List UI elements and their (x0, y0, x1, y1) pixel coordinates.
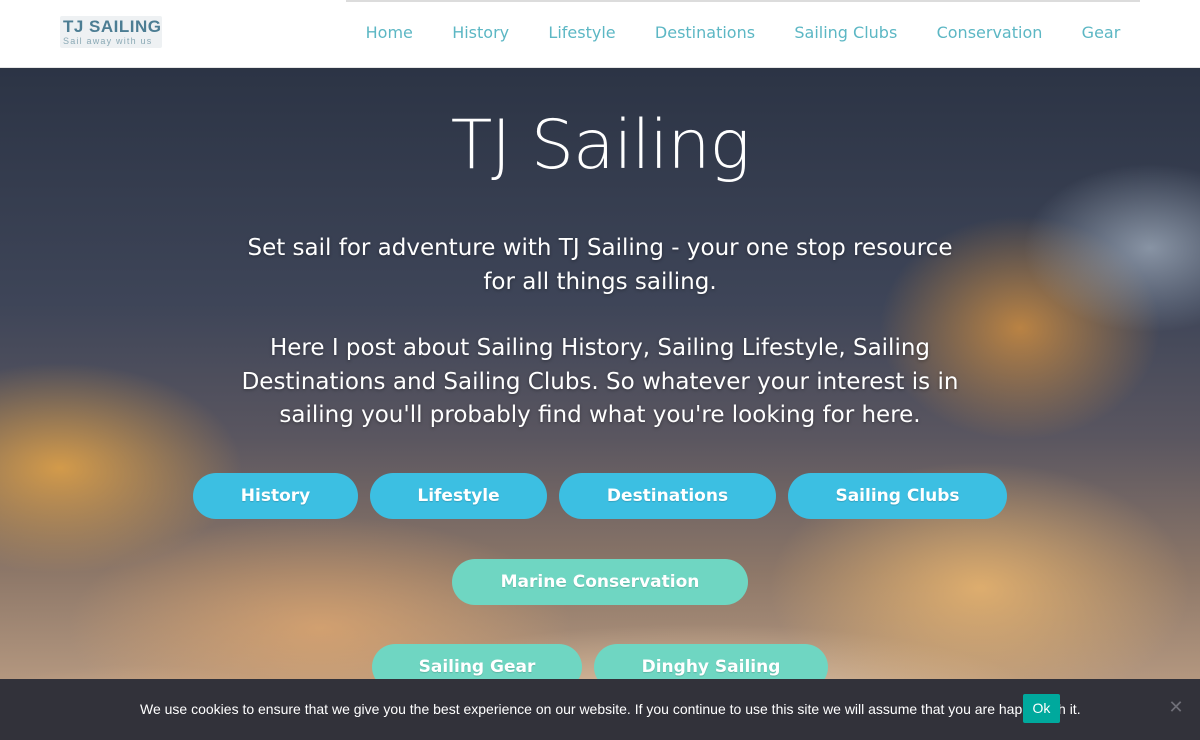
nav-gear[interactable]: Gear (1082, 22, 1121, 44)
site-logo[interactable]: TJ SAILING Sail away with us (60, 16, 162, 48)
cookie-banner: We use cookies to ensure that we give yo… (0, 679, 1200, 740)
logo-tagline: Sail away with us (63, 36, 153, 46)
history-button[interactable]: History (193, 473, 358, 519)
cookie-message: We use cookies to ensure that we give yo… (140, 701, 1081, 717)
destinations-button[interactable]: Destinations (559, 473, 776, 519)
lifestyle-button[interactable]: Lifestyle (370, 473, 547, 519)
cookie-ok-button[interactable]: Ok (1023, 694, 1060, 723)
hero-section: TJ Sailing Set sail for adventure with T… (0, 68, 1200, 740)
hero-title: TJ Sailing (450, 106, 751, 185)
logo-title: TJ SAILING (63, 17, 162, 36)
hero-intro: Set sail for adventure with TJ Sailing -… (247, 235, 953, 295)
nav-sailing-clubs[interactable]: Sailing Clubs (794, 22, 897, 44)
hero-description: Here I post about Sailing History, Saili… (241, 335, 959, 428)
nav-conservation[interactable]: Conservation (937, 22, 1043, 44)
nav-home[interactable]: Home (366, 22, 413, 44)
nav-destinations[interactable]: Destinations (655, 22, 755, 44)
nav-divider (346, 0, 1140, 2)
close-icon[interactable]: ✕ (1166, 698, 1186, 718)
site-header: TJ SAILING Sail away with us Home Histor… (0, 0, 1200, 68)
main-nav: Home History Lifestyle Destinations Sail… (346, 22, 1140, 44)
marine-conservation-button[interactable]: Marine Conservation (452, 559, 748, 605)
sailing-clubs-button[interactable]: Sailing Clubs (788, 473, 1007, 519)
nav-lifestyle[interactable]: Lifestyle (548, 22, 615, 44)
nav-history[interactable]: History (452, 22, 509, 44)
